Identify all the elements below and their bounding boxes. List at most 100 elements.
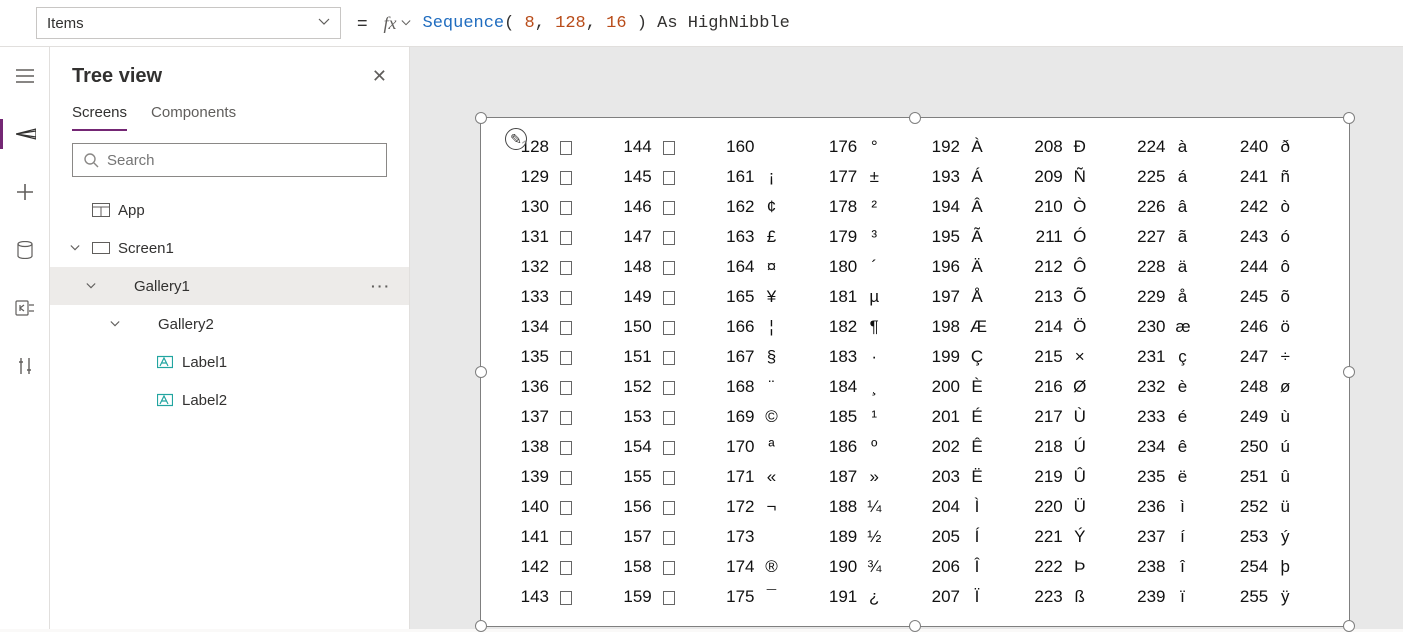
tree-gallery2-label: Gallery2 bbox=[158, 316, 214, 333]
char-glyph bbox=[549, 497, 573, 517]
gallery-cell: 162¢ bbox=[715, 192, 808, 222]
char-code: 195 bbox=[920, 227, 960, 247]
char-glyph: µ bbox=[857, 287, 881, 307]
gallery-cell: 222Þ bbox=[1023, 552, 1116, 582]
gallery-cell: 233é bbox=[1126, 402, 1219, 432]
char-code: 232 bbox=[1126, 377, 1166, 397]
char-glyph: ê bbox=[1166, 437, 1190, 457]
char-glyph: ¿ bbox=[857, 587, 881, 607]
char-code: 197 bbox=[920, 287, 960, 307]
gallery-cell: 194Â bbox=[920, 192, 1013, 222]
data-icon[interactable] bbox=[0, 235, 50, 265]
insert-icon[interactable] bbox=[0, 177, 50, 207]
char-glyph bbox=[652, 557, 676, 577]
char-code: 238 bbox=[1126, 557, 1166, 577]
gallery-cell: 176° bbox=[817, 132, 910, 162]
tab-components[interactable]: Components bbox=[151, 104, 236, 131]
gallery-cell: 239ï bbox=[1126, 582, 1219, 612]
char-code: 140 bbox=[509, 497, 549, 517]
char-glyph: ÿ bbox=[1268, 587, 1292, 607]
char-glyph: ò bbox=[1268, 197, 1292, 217]
chevron-down-icon[interactable] bbox=[110, 319, 124, 329]
gallery1-control[interactable]: ✎ 12812913013113213313413513613713813914… bbox=[480, 117, 1350, 627]
char-code: 158 bbox=[612, 557, 652, 577]
char-code: 198 bbox=[920, 317, 960, 337]
char-code: 133 bbox=[509, 287, 549, 307]
gallery-cell: 153 bbox=[612, 402, 705, 432]
char-glyph: é bbox=[1166, 407, 1190, 427]
gallery-cell: 139 bbox=[509, 462, 602, 492]
char-glyph: ° bbox=[857, 137, 881, 157]
char-code: 249 bbox=[1228, 407, 1268, 427]
char-glyph: Ã bbox=[960, 227, 984, 247]
char-code: 246 bbox=[1228, 317, 1268, 337]
gallery-cell: 159 bbox=[612, 582, 705, 612]
gallery-cell: 227ã bbox=[1126, 222, 1219, 252]
char-glyph: Ç bbox=[960, 347, 984, 367]
tree-view-icon[interactable] bbox=[0, 119, 50, 149]
gallery-cell: 143 bbox=[509, 582, 602, 612]
tab-screens[interactable]: Screens bbox=[72, 104, 127, 131]
char-glyph: ä bbox=[1166, 257, 1190, 277]
tree-screen1[interactable]: Screen1 bbox=[50, 229, 409, 267]
char-code: 206 bbox=[920, 557, 960, 577]
char-code: 200 bbox=[920, 377, 960, 397]
close-icon[interactable]: ✕ bbox=[372, 66, 387, 87]
char-code: 136 bbox=[509, 377, 549, 397]
tree-gallery1-label: Gallery1 bbox=[134, 278, 190, 295]
gallery-cell: 161¡ bbox=[715, 162, 808, 192]
more-button[interactable]: ··· bbox=[371, 278, 395, 294]
gallery-cell: 192À bbox=[920, 132, 1013, 162]
char-code: 184 bbox=[817, 377, 857, 397]
char-glyph: » bbox=[857, 467, 881, 487]
media-icon[interactable] bbox=[0, 293, 50, 323]
char-glyph: Ó bbox=[1063, 227, 1087, 247]
canvas-area[interactable]: ✎ 12812913013113213313413513613713813914… bbox=[410, 47, 1403, 629]
char-code: 172 bbox=[715, 497, 755, 517]
char-code: 163 bbox=[715, 227, 755, 247]
resize-handle[interactable] bbox=[1343, 112, 1355, 124]
gallery-cell: 182¶ bbox=[817, 312, 910, 342]
tree-gallery1[interactable]: Gallery1 ··· bbox=[50, 267, 409, 305]
gallery-column: 176°177±178²179³180´181µ182¶183·184¸185¹… bbox=[817, 132, 910, 612]
advanced-tools-icon[interactable] bbox=[0, 351, 50, 381]
tree-label1[interactable]: Label1 bbox=[50, 343, 409, 381]
char-code: 156 bbox=[612, 497, 652, 517]
tree-gallery2[interactable]: Gallery2 bbox=[50, 305, 409, 343]
gallery-cell: 228ä bbox=[1126, 252, 1219, 282]
resize-handle[interactable] bbox=[1343, 366, 1355, 378]
hamburger-icon[interactable] bbox=[0, 61, 50, 91]
resize-handle[interactable] bbox=[475, 112, 487, 124]
resize-handle[interactable] bbox=[475, 620, 487, 632]
formula-input[interactable]: Sequence( 8, 128, 16 ) As HighNibble bbox=[423, 14, 1395, 33]
char-code: 240 bbox=[1228, 137, 1268, 157]
resize-handle[interactable] bbox=[475, 366, 487, 378]
char-code: 165 bbox=[715, 287, 755, 307]
fx-button[interactable]: fx bbox=[384, 13, 411, 34]
tree-view-panel: Tree view ✕ Screens Components App bbox=[50, 47, 410, 629]
resize-handle[interactable] bbox=[1343, 620, 1355, 632]
resize-handle[interactable] bbox=[909, 620, 921, 632]
char-code: 204 bbox=[920, 497, 960, 517]
gallery-cell: 151 bbox=[612, 342, 705, 372]
char-code: 177 bbox=[817, 167, 857, 187]
gallery-cell: 141 bbox=[509, 522, 602, 552]
search-box[interactable] bbox=[72, 143, 387, 177]
chevron-down-icon[interactable] bbox=[70, 243, 84, 253]
gallery-cell: 199Ç bbox=[920, 342, 1013, 372]
char-code: 218 bbox=[1023, 437, 1063, 457]
char-glyph: ó bbox=[1268, 227, 1292, 247]
left-rail bbox=[0, 47, 50, 629]
char-glyph bbox=[652, 437, 676, 457]
search-input[interactable] bbox=[107, 152, 376, 169]
char-code: 132 bbox=[509, 257, 549, 277]
property-selector[interactable]: Items bbox=[36, 7, 341, 39]
chevron-down-icon[interactable] bbox=[86, 281, 100, 291]
gallery-cell: 155 bbox=[612, 462, 705, 492]
tree-app[interactable]: App bbox=[50, 191, 409, 229]
char-code: 227 bbox=[1126, 227, 1166, 247]
gallery-cell: 237í bbox=[1126, 522, 1219, 552]
char-glyph bbox=[549, 467, 573, 487]
tree-label2[interactable]: Label2 bbox=[50, 381, 409, 419]
resize-handle[interactable] bbox=[909, 112, 921, 124]
